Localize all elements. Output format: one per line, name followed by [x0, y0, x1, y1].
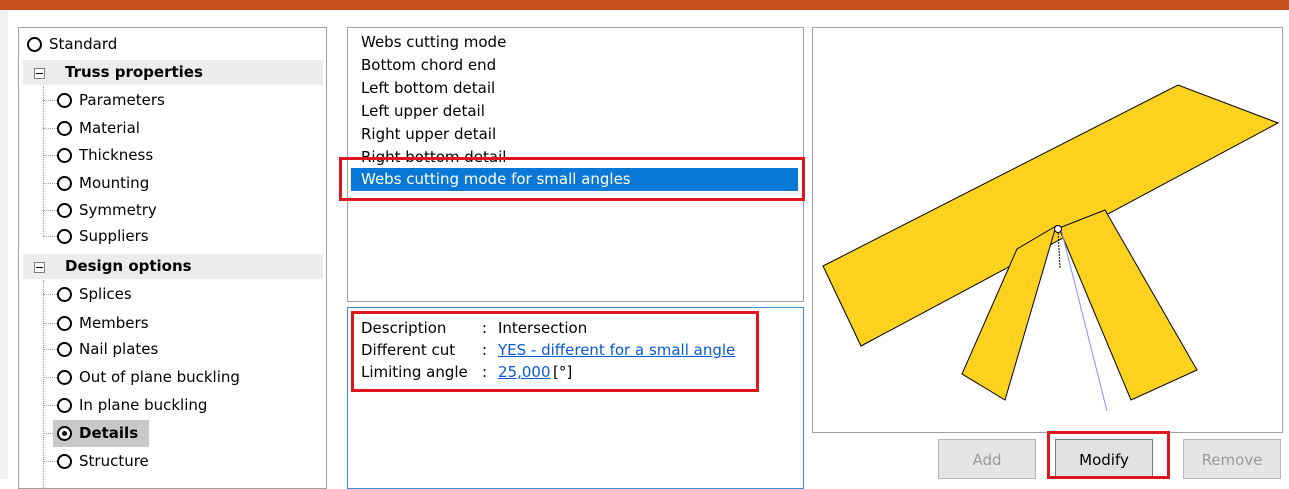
tree-connector — [43, 183, 57, 184]
tree-item-label: In plane buckling — [79, 396, 208, 414]
radio-icon — [57, 398, 72, 413]
tree-item-label: Details — [79, 424, 139, 442]
radio-icon — [27, 37, 42, 52]
radio-icon — [57, 287, 72, 302]
radio-icon — [57, 93, 72, 108]
tree-group-design-options[interactable]: Design options — [23, 254, 323, 279]
remove-button[interactable]: Remove — [1183, 439, 1281, 479]
window-accent-bar — [0, 0, 1289, 10]
tree-connector — [43, 210, 57, 211]
options-tree[interactable]: Standard Truss properties Parameters Mat… — [18, 27, 327, 489]
tree-item-label: Nail plates — [79, 340, 159, 358]
tree-connector — [43, 128, 57, 129]
radio-icon — [57, 203, 72, 218]
tree-item-label: Parameters — [79, 91, 165, 109]
detail-preview — [812, 27, 1283, 433]
list-item[interactable]: Webs cutting mode — [361, 31, 506, 54]
tree-connector — [43, 349, 57, 350]
tree-item-label: Symmetry — [79, 201, 157, 219]
tree-connector — [43, 323, 57, 324]
radio-icon — [57, 176, 72, 191]
highlight-box — [351, 311, 759, 392]
tree-item-label: Out of plane buckling — [79, 368, 240, 386]
highlight-box — [339, 157, 805, 201]
tree-connector — [43, 405, 57, 406]
tree-item-label: Thickness — [79, 146, 154, 164]
tree-connector — [43, 377, 57, 378]
add-button[interactable]: Add — [938, 439, 1036, 479]
list-item[interactable]: Left upper detail — [361, 100, 485, 123]
radio-icon — [57, 342, 72, 357]
radio-icon — [57, 229, 72, 244]
tree-item-label: Material — [79, 119, 140, 137]
tree-item-label: Suppliers — [79, 227, 149, 245]
highlight-box — [1047, 431, 1170, 479]
tree-connector — [43, 236, 57, 237]
tree-item-label: Splices — [79, 285, 132, 303]
truss-detail-drawing — [822, 84, 1280, 412]
tree-item-label: Standard — [49, 35, 118, 53]
tree-connector — [43, 86, 44, 236]
window-edge — [0, 10, 8, 479]
radio-selected-icon — [57, 426, 72, 441]
tree-group-label: Truss properties — [65, 63, 203, 81]
tree-connector — [43, 100, 57, 101]
list-item[interactable]: Bottom chord end — [361, 54, 496, 77]
collapse-icon[interactable] — [34, 68, 45, 79]
radio-icon — [57, 370, 72, 385]
tree-connector — [43, 461, 57, 462]
tree-item-label: Mounting — [79, 174, 150, 192]
list-item[interactable]: Left bottom detail — [361, 77, 495, 100]
tree-group-label: Design options — [65, 257, 192, 275]
list-item[interactable]: Right upper detail — [361, 123, 496, 146]
tree-group-truss-properties[interactable]: Truss properties — [23, 60, 323, 85]
tree-connector — [43, 280, 44, 488]
tree-connector — [43, 155, 57, 156]
chord-member — [822, 84, 1280, 347]
radio-icon — [57, 148, 72, 163]
radio-icon — [57, 121, 72, 136]
tree-item-label: Structure — [79, 452, 149, 470]
radio-icon — [57, 316, 72, 331]
tree-connector — [43, 294, 57, 295]
radio-icon — [57, 454, 72, 469]
node-point — [1054, 225, 1062, 233]
collapse-icon[interactable] — [34, 262, 45, 273]
tree-item-label: Members — [79, 314, 149, 332]
